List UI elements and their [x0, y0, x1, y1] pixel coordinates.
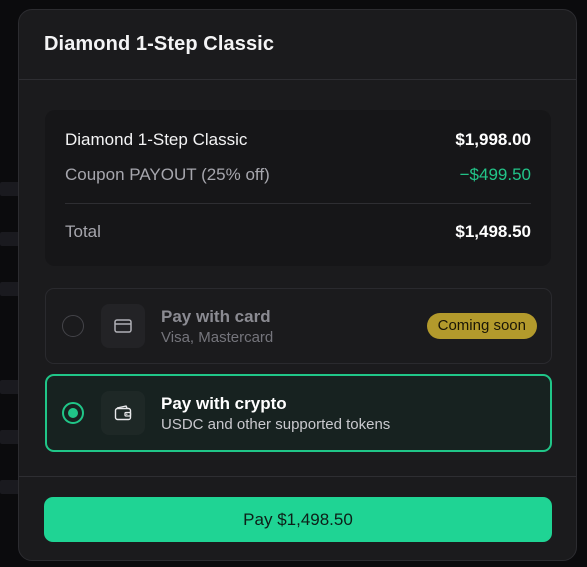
summary-divider — [65, 203, 531, 204]
total-row: Total $1,498.50 — [65, 220, 531, 244]
line-item-label: Diamond 1-Step Classic — [65, 130, 248, 149]
card-option-text: Pay with card Visa, Mastercard — [161, 307, 273, 348]
backdrop-fragment — [0, 282, 20, 296]
crypto-option-title: Pay with crypto — [161, 394, 287, 413]
checkout-modal: Diamond 1-Step Classic Diamond 1-Step Cl… — [18, 9, 577, 561]
crypto-option-text: Pay with crypto USDC and other supported… — [161, 394, 390, 435]
coupon-row: Coupon PAYOUT (25% off) −$499.50 — [65, 163, 531, 187]
coupon-amount: −$499.50 — [459, 165, 531, 184]
credit-card-icon — [101, 304, 145, 348]
payment-option-crypto[interactable]: Pay with crypto USDC and other supported… — [45, 374, 552, 452]
coupon-label: Coupon PAYOUT (25% off) — [65, 165, 270, 184]
wallet-icon — [101, 391, 145, 435]
backdrop-fragment — [0, 480, 20, 494]
backdrop-fragment — [0, 430, 20, 444]
crypto-option-subtitle: USDC and other supported tokens — [161, 416, 391, 433]
backdrop-fragment — [0, 380, 20, 394]
coming-soon-badge: Coming soon — [426, 313, 537, 339]
modal-footer: Pay $1,498.50 — [19, 476, 576, 560]
total-amount: $1,498.50 — [455, 222, 531, 241]
line-item-row: Diamond 1-Step Classic $1,998.00 — [65, 128, 531, 152]
modal-header: Diamond 1-Step Classic — [19, 10, 576, 80]
pay-button[interactable]: Pay $1,498.50 — [44, 497, 552, 542]
backdrop-fragment — [0, 182, 20, 196]
card-radio[interactable] — [62, 315, 84, 337]
radio-selected-dot — [68, 408, 78, 418]
backdrop-fragment — [0, 232, 20, 246]
payment-option-card[interactable]: Pay with card Visa, Mastercard Coming so… — [45, 288, 552, 364]
total-label: Total — [65, 222, 101, 241]
line-item-amount: $1,998.00 — [455, 130, 531, 149]
crypto-radio[interactable] — [62, 402, 84, 424]
modal-title: Diamond 1-Step Classic — [44, 33, 275, 55]
order-summary: Diamond 1-Step Classic $1,998.00 Coupon … — [45, 110, 551, 266]
card-option-subtitle: Visa, Mastercard — [161, 329, 274, 346]
card-option-title: Pay with card — [161, 307, 271, 326]
